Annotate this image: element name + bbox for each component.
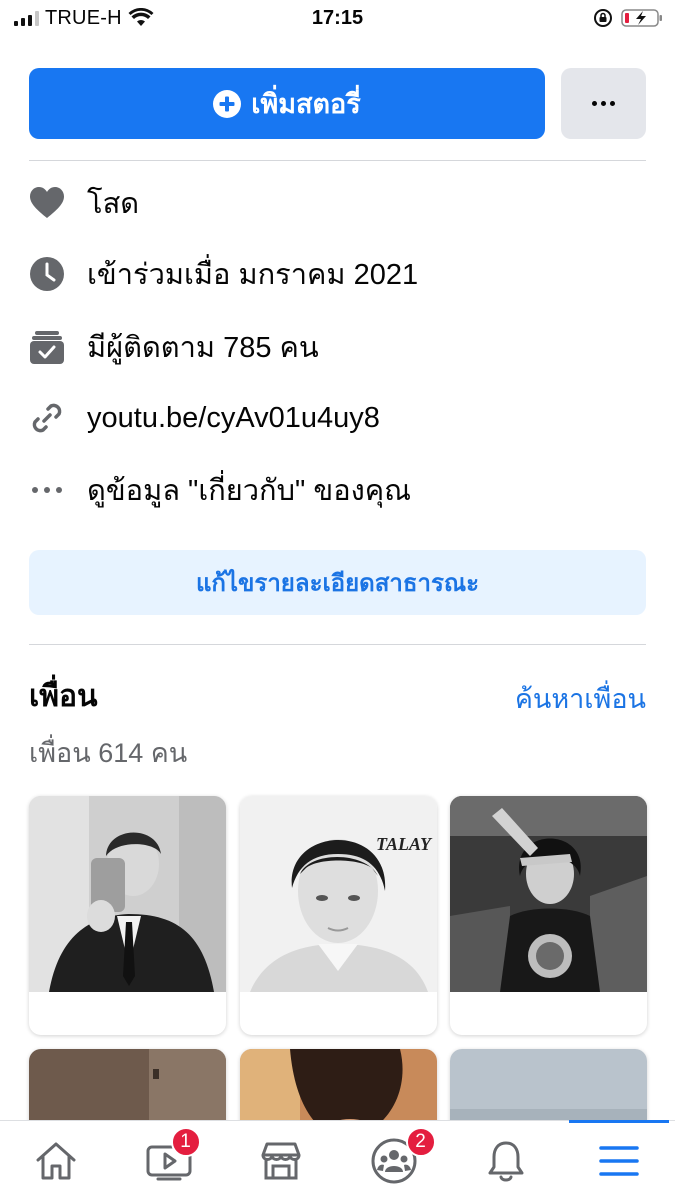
- signal-icon: [14, 10, 39, 26]
- add-story-button[interactable]: เพิ่มสตอรี่: [29, 68, 545, 139]
- info-see-about[interactable]: ดูข้อมูล "เกี่ยวกับ" ของคุณ: [29, 468, 411, 512]
- divider: [29, 644, 646, 645]
- nav-groups[interactable]: 2: [338, 1121, 451, 1200]
- battery-icon: [621, 9, 662, 27]
- link-icon: [29, 400, 65, 436]
- orientation-lock-icon: [594, 9, 612, 27]
- heart-icon: [29, 185, 65, 221]
- friend-card[interactable]: [29, 796, 226, 1035]
- followers-text: มีผู้ติดตาม 785 คน: [87, 332, 319, 364]
- groups-badge: 2: [405, 1127, 436, 1157]
- bell-icon: [488, 1141, 524, 1181]
- friends-title: เพื่อน: [29, 680, 98, 713]
- plus-circle-icon: [213, 89, 242, 118]
- marketplace-icon: [261, 1142, 301, 1179]
- wifi-icon: [128, 8, 154, 26]
- friend-card[interactable]: TALAY: [240, 796, 437, 1035]
- photo-watermark: TALAY: [376, 834, 433, 854]
- home-icon: [36, 1142, 76, 1179]
- bottom-navigation: 1 2: [0, 1120, 675, 1200]
- clock-icon: [29, 256, 65, 292]
- nav-menu[interactable]: [563, 1120, 675, 1200]
- friend-photo[interactable]: [29, 796, 226, 992]
- relationship-text: โสด: [87, 188, 140, 220]
- friend-photo[interactable]: [450, 796, 647, 992]
- more-dots-icon: [29, 472, 65, 508]
- see-about-text[interactable]: ดูข้อมูล "เกี่ยวกับ" ของคุณ: [87, 467, 411, 513]
- followers-icon: [29, 329, 65, 365]
- nav-watch[interactable]: 1: [113, 1121, 226, 1200]
- more-dots-icon: [592, 101, 615, 106]
- carrier-name: TRUE-H: [45, 6, 122, 29]
- divider: [29, 160, 646, 161]
- watch-badge: 1: [170, 1127, 201, 1157]
- nav-home[interactable]: [0, 1121, 113, 1200]
- info-relationship: โสด: [29, 181, 139, 225]
- info-link[interactable]: youtu.be/cyAv01u4uy8: [29, 396, 380, 440]
- nav-notifications[interactable]: [450, 1121, 563, 1200]
- info-joined: เข้าร่วมเมื่อ มกราคม 2021: [29, 252, 418, 296]
- edit-public-details-button[interactable]: แก้ไขรายละเอียดสาธารณะ: [29, 550, 646, 615]
- menu-icon: [599, 1145, 639, 1176]
- website-link[interactable]: youtu.be/cyAv01u4uy8: [87, 402, 380, 435]
- find-friends-link[interactable]: ค้นหาเพื่อน: [515, 677, 646, 720]
- friends-count: เพื่อน 614 คน: [29, 738, 188, 768]
- info-followers: มีผู้ติดตาม 785 คน: [29, 325, 319, 369]
- status-right: [593, 8, 663, 28]
- more-options-button[interactable]: [561, 68, 646, 139]
- status-bar: TRUE-H 17:15: [0, 0, 675, 36]
- status-left: TRUE-H: [14, 7, 154, 30]
- friend-photo[interactable]: TALAY: [240, 796, 437, 992]
- joined-text: เข้าร่วมเมื่อ มกราคม 2021: [87, 259, 419, 291]
- add-story-label: เพิ่มสตอรี่: [251, 89, 361, 119]
- nav-marketplace[interactable]: [225, 1121, 338, 1200]
- profile-actions: เพิ่มสตอรี่: [29, 68, 646, 139]
- friend-card[interactable]: [450, 796, 647, 1035]
- status-time: 17:15: [311, 6, 364, 29]
